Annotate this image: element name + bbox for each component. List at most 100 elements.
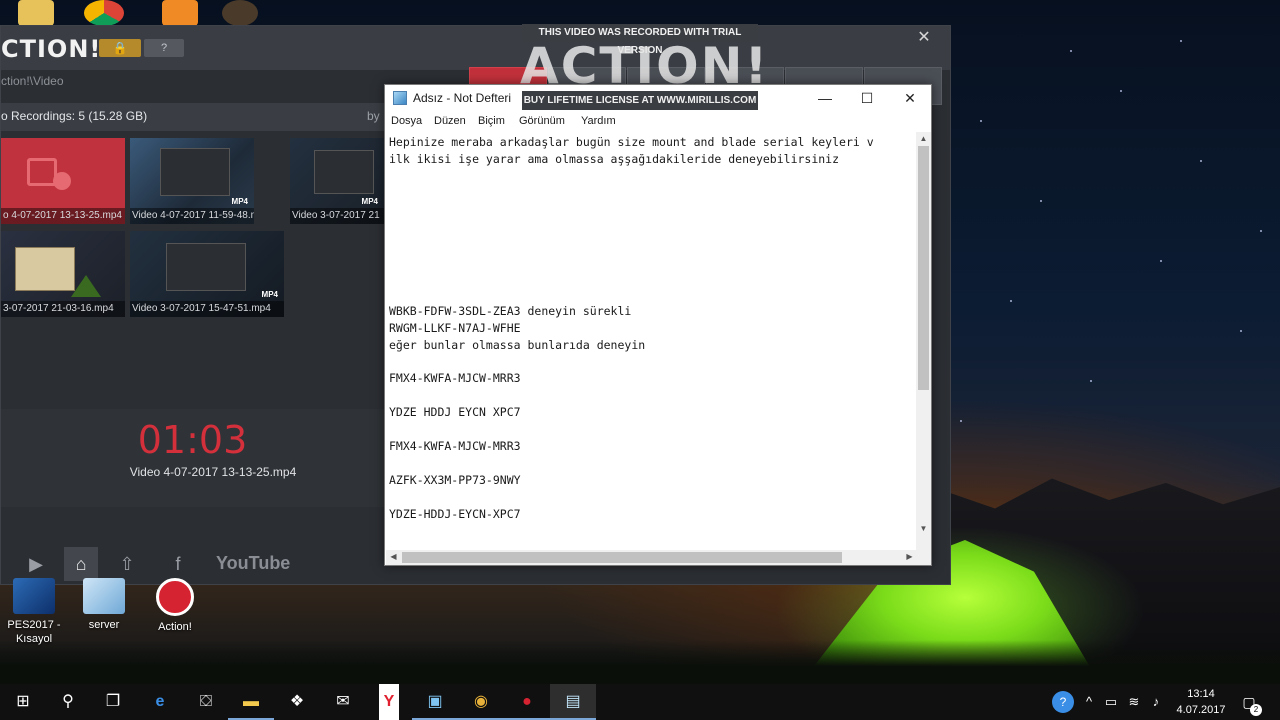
action-record-icon (156, 578, 194, 616)
help-icon[interactable]: ? (144, 39, 184, 57)
menu-gorunum[interactable]: Görünüm (519, 115, 565, 127)
chrome-icon[interactable] (84, 0, 124, 26)
game-shortcut-icon[interactable] (222, 0, 258, 26)
thumbnail-label: Video 3-07-2017 15-47-51.mp4 (130, 301, 284, 317)
thumbnail-label: Video 3-07-2017 21 (290, 208, 384, 224)
text-line (389, 354, 917, 371)
text-line (389, 235, 917, 252)
folder-open-icon[interactable]: ⌂ (64, 547, 98, 581)
text-line: AZFK-XX3M-PP73-9NWY (389, 472, 521, 487)
task-view-button[interactable]: ❐ (90, 684, 136, 720)
maximize-button[interactable]: ☐ (845, 85, 889, 111)
scrollbar-thumb[interactable] (402, 552, 842, 563)
close-button[interactable]: ✕ (888, 85, 932, 111)
folder-icon[interactable] (18, 0, 54, 26)
recordings-summary: o Recordings: 5 (15.28 GB) (1, 109, 148, 123)
thumbnail-label: 3-07-2017 21-03-16.mp4 (1, 301, 125, 317)
youtube-icon[interactable]: YouTube (216, 553, 290, 574)
network-icon[interactable]: ▭ (1104, 693, 1118, 711)
action-logo: CTION! (1, 35, 102, 63)
help-icon[interactable]: ? (1052, 691, 1074, 713)
clock-date: 4.07.2017 (1176, 704, 1226, 716)
wifi-icon[interactable]: ≋ (1126, 693, 1142, 711)
chrome-icon: ◉ (474, 693, 488, 710)
recording-thumbnail[interactable]: o 4-07-2017 13-13-25.mp4 (1, 138, 125, 224)
menu-dosya[interactable]: Dosya (391, 115, 422, 127)
scroll-right-icon[interactable]: ▶ (902, 550, 917, 564)
taskbar-chrome[interactable]: ◉ (458, 684, 504, 720)
taskbar-yandex[interactable]: Y (366, 684, 412, 720)
text-line (389, 489, 917, 506)
taskbar-dropbox[interactable]: ❖ (274, 684, 320, 720)
scroll-left-icon[interactable]: ◀ (386, 550, 401, 564)
search-icon: ⚲ (62, 693, 74, 710)
shortcut-label: Action! (158, 621, 192, 633)
shortcut-label: PES2017 - Kısayol (7, 619, 61, 645)
text-line (389, 421, 917, 438)
scroll-down-icon[interactable]: ▼ (916, 522, 931, 536)
taskbar-mail[interactable]: ✉ (320, 684, 366, 720)
clock-time: 13:14 (1187, 688, 1215, 700)
desktop-shortcut-server[interactable]: server (66, 578, 142, 632)
text-line: FMX4-KWFA-MJCW-MRR3 (389, 439, 521, 454)
shortcut-label: server (88, 619, 120, 631)
chevron-up-icon[interactable]: ^ (1082, 693, 1096, 711)
taskbar-store[interactable]: ⛋ (183, 684, 229, 720)
text-line: ilk ikisi işe yarar ama olmassa aşşağıda… (389, 151, 840, 166)
window-title: Adsız - Not Defteri (413, 91, 512, 105)
system-clock[interactable]: 13:14 4.07.2017 (1166, 686, 1236, 718)
text-line (389, 252, 917, 269)
menu-bicim[interactable]: Biçim (478, 115, 505, 127)
mp4-badge: MP4 (231, 197, 248, 206)
scrollbar-thumb[interactable] (918, 146, 929, 390)
close-icon[interactable]: ✕ (914, 28, 934, 48)
recording-thumbnail[interactable]: 3-07-2017 21-03-16.mp4 (1, 231, 125, 317)
facebook-icon[interactable]: f (161, 547, 195, 581)
text-line: RWGM-LLKF-N7AJ-WFHE (389, 320, 521, 335)
taskbar-notepad[interactable]: ▤ (550, 684, 596, 720)
scroll-up-icon[interactable]: ▲ (916, 132, 931, 146)
app-icon: ▣ (427, 693, 443, 710)
app-shortcut-icon[interactable] (162, 0, 198, 26)
notepad-icon (393, 91, 407, 105)
taskbar: ⊞ ⚲ ❐ e ⛋ ▬ ❖ ✉ Y ▣ ◉ ● ▤ ? ^ ▭ ≋ ♪ 13:1… (0, 684, 1280, 720)
search-button[interactable]: ⚲ (45, 684, 91, 720)
menu-yardim[interactable]: Yardım (581, 115, 616, 127)
text-line: eğer bunlar olmassa bunlarıda deneyin (389, 337, 646, 352)
menu-duzen[interactable]: Düzen (434, 115, 466, 127)
vertical-scrollbar[interactable]: ▲ ▼ (916, 132, 931, 551)
text-line (389, 168, 917, 185)
start-button[interactable]: ⊞ (0, 684, 46, 720)
taskbar-app[interactable]: ▣ (412, 684, 458, 720)
volume-icon[interactable]: ♪ (1148, 693, 1164, 711)
text-editor-area[interactable]: Hepinize meraba arkadaşlar bugün size mo… (386, 132, 917, 551)
desktop-shortcut-action[interactable]: Action! (137, 578, 213, 634)
yandex-icon: Y (378, 684, 400, 720)
game-shortcut-icon (13, 578, 55, 614)
horizontal-scrollbar[interactable]: ◀ ▶ (386, 550, 917, 565)
upload-icon[interactable]: ⇧ (110, 547, 144, 581)
trial-watermark-bottom: BUY LIFETIME LICENSE AT WWW.MIRILLIS.COM (522, 91, 758, 110)
play-icon[interactable]: ▶ (19, 547, 53, 581)
taskbar-explorer[interactable]: ▬ (228, 684, 274, 720)
taskbar-edge[interactable]: e (137, 684, 183, 720)
windows-icon: ⊞ (16, 693, 30, 710)
edge-icon: e (155, 693, 165, 710)
taskbar-action[interactable]: ● (504, 684, 550, 720)
text-line: FMX4-KWFA-MJCW-MRR3 (389, 371, 521, 386)
recording-thumbnail[interactable]: MP4 Video 3-07-2017 21 (290, 138, 384, 224)
menu-bar: Dosya Düzen Biçim Görünüm Yardım (385, 112, 931, 131)
text-line (389, 269, 917, 286)
store-icon: ⛋ (199, 693, 213, 710)
lock-icon[interactable]: 🔒 (99, 39, 141, 57)
notepad-window: Adsız - Not Defteri — ☐ ✕ Dosya Düzen Bi… (384, 84, 932, 566)
recording-thumbnail[interactable]: MP4 Video 4-07-2017 11-59-48.mp4 (130, 138, 254, 224)
mp4-badge: MP4 (261, 290, 278, 299)
text-line (389, 286, 917, 303)
minimize-button[interactable]: — (803, 85, 847, 111)
desktop-shortcut-pes2017[interactable]: PES2017 - Kısayol (0, 578, 72, 646)
thumbnail-label: Video 4-07-2017 11-59-48.mp4 (130, 208, 254, 224)
recording-thumbnail[interactable]: MP4 Video 3-07-2017 15-47-51.mp4 (130, 231, 284, 317)
sort-label[interactable]: by (367, 109, 380, 123)
recording-duration: 01:03 (137, 418, 248, 462)
